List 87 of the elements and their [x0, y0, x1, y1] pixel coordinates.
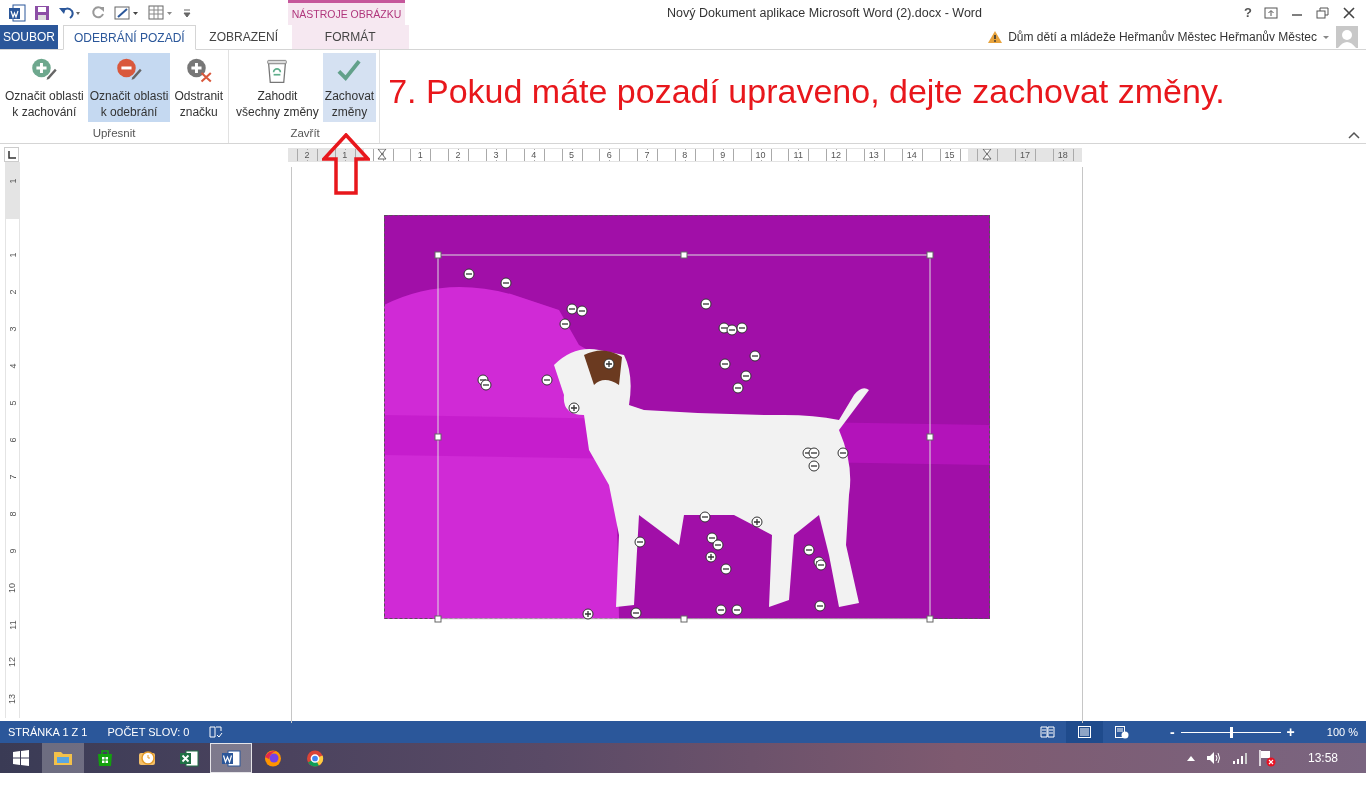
ruler-number: 8 [7, 511, 18, 517]
ruler-number: 14 [904, 149, 919, 160]
ruler-number: 9 [718, 149, 728, 160]
ruler-number: 7 [642, 149, 652, 160]
ruler-number: 12 [7, 657, 18, 668]
up-arrow-drawing [322, 133, 370, 195]
ruler-number: 5 [566, 149, 576, 160]
collapse-ribbon-icon[interactable] [1348, 131, 1360, 139]
ruler-number: 3 [7, 326, 18, 332]
web-layout-icon [1113, 725, 1129, 739]
customize-icon[interactable] [182, 7, 192, 18]
slider-thumb[interactable] [1229, 726, 1233, 738]
speaker-icon[interactable] [1205, 751, 1222, 765]
selection-frame[interactable] [434, 251, 934, 623]
print-layout-icon [1076, 725, 1092, 739]
ruler-number: 2 [302, 149, 312, 160]
ribbon-button[interactable]: Označit oblasti k odebrání [87, 53, 171, 122]
left-tab-icon [7, 150, 16, 159]
clock[interactable]: 13:58 [1307, 751, 1338, 765]
spreadsheet-icon [178, 747, 200, 769]
show-hidden-icons-icon[interactable] [1185, 754, 1196, 762]
contextual-tab-group: NÁSTROJE OBRÁZKU [288, 0, 405, 25]
start-icon[interactable] [13, 750, 29, 766]
app-logo-icon [8, 3, 26, 22]
zoom-out-button[interactable]: - [1169, 724, 1175, 740]
warning-icon [987, 30, 1004, 44]
ruler-number: 2 [7, 289, 18, 295]
proofing-icon[interactable] [209, 725, 224, 739]
ribbon-button[interactable]: Zachovat změny [322, 53, 377, 122]
ruler-number: 12 [829, 149, 844, 160]
taskbar-app-button[interactable] [210, 743, 252, 773]
annotation-text: 7. Pokud máte pozadí upraveno, dejte zachovat změny. [387, 71, 1225, 112]
ruler-number: 1 [415, 149, 425, 160]
dropdown-icon[interactable] [1322, 33, 1330, 41]
help-button[interactable]: ? [1244, 5, 1252, 20]
page-count[interactable]: STRÁNKA 1 Z 1 [8, 726, 88, 738]
save-icon[interactable] [34, 4, 50, 21]
ruler-number: 2 [453, 149, 463, 160]
ruler-number: 7 [7, 474, 18, 480]
ribbon-button[interactable]: Odstranit značku [172, 53, 226, 122]
indent-marker-icon[interactable] [377, 148, 388, 161]
window-title: Nový Dokument aplikace Microsoft Word (2).docx - Word [666, 5, 983, 20]
ruler-number: 15 [942, 149, 957, 160]
ribbon-tab[interactable]: ODEBRÁNÍ POZADÍ [63, 25, 196, 50]
zoom-level[interactable]: 100 % [1314, 726, 1366, 738]
ruler-number: 1 [7, 252, 18, 258]
ruler-number: 6 [7, 437, 18, 443]
ruler-number: 11 [7, 620, 18, 630]
redo-icon[interactable] [90, 4, 106, 21]
ruler-number: 13 [866, 149, 881, 160]
ruler-number: 18 [1055, 149, 1070, 160]
ribbon-display-icon[interactable] [1264, 6, 1278, 19]
word-count[interactable]: POČET SLOV: 0 [107, 726, 190, 738]
account-name[interactable]: Dům dětí a mládeže Heřmanův Městec Heřmanův Městec [1008, 30, 1317, 44]
ruler-number: 8 [680, 149, 690, 160]
ruler-number: 9 [7, 548, 18, 554]
document-icon [220, 747, 242, 769]
ruler-number: 6 [604, 149, 614, 160]
zoom-in-button[interactable]: + [1286, 724, 1295, 740]
ruler-number: 10 [7, 583, 18, 594]
flag-error-icon[interactable] [1257, 749, 1276, 767]
ribbon-tab[interactable]: FORMÁT [291, 25, 409, 49]
table-icon[interactable] [148, 3, 174, 22]
read-mode-icon [1039, 725, 1055, 739]
group-label: Zavřít [290, 126, 320, 141]
signal-icon[interactable] [1231, 751, 1248, 765]
restore-icon[interactable] [1316, 6, 1330, 19]
group-label: Upřesnit [92, 126, 136, 141]
ruler-number: 1 [340, 149, 350, 160]
ruler-number: 3 [491, 149, 501, 160]
ruler-number: 1 [7, 178, 18, 184]
indent-marker-icon[interactable] [982, 148, 993, 161]
view-button[interactable] [1065, 721, 1103, 743]
ruler-number: 11 [791, 149, 805, 160]
ruler-number: 5 [7, 400, 18, 406]
tab-selector-button[interactable] [4, 147, 19, 162]
ribbon-button[interactable]: Označit oblasti k zachování [3, 53, 86, 122]
ribbon-button[interactable]: Zahodit všechny změny [234, 53, 321, 122]
ruler-number: 10 [753, 149, 768, 160]
ruler-number: 17 [1018, 149, 1033, 160]
ruler-number: 4 [529, 149, 539, 160]
picture-edit-icon[interactable] [114, 3, 140, 22]
close-icon[interactable] [1342, 6, 1356, 19]
ribbon-tab[interactable]: ZOBRAZENÍ [195, 25, 292, 49]
ruler-number: 4 [7, 363, 18, 369]
file-tab[interactable]: SOUBOR [0, 25, 58, 49]
ruler-number: 13 [7, 694, 18, 705]
